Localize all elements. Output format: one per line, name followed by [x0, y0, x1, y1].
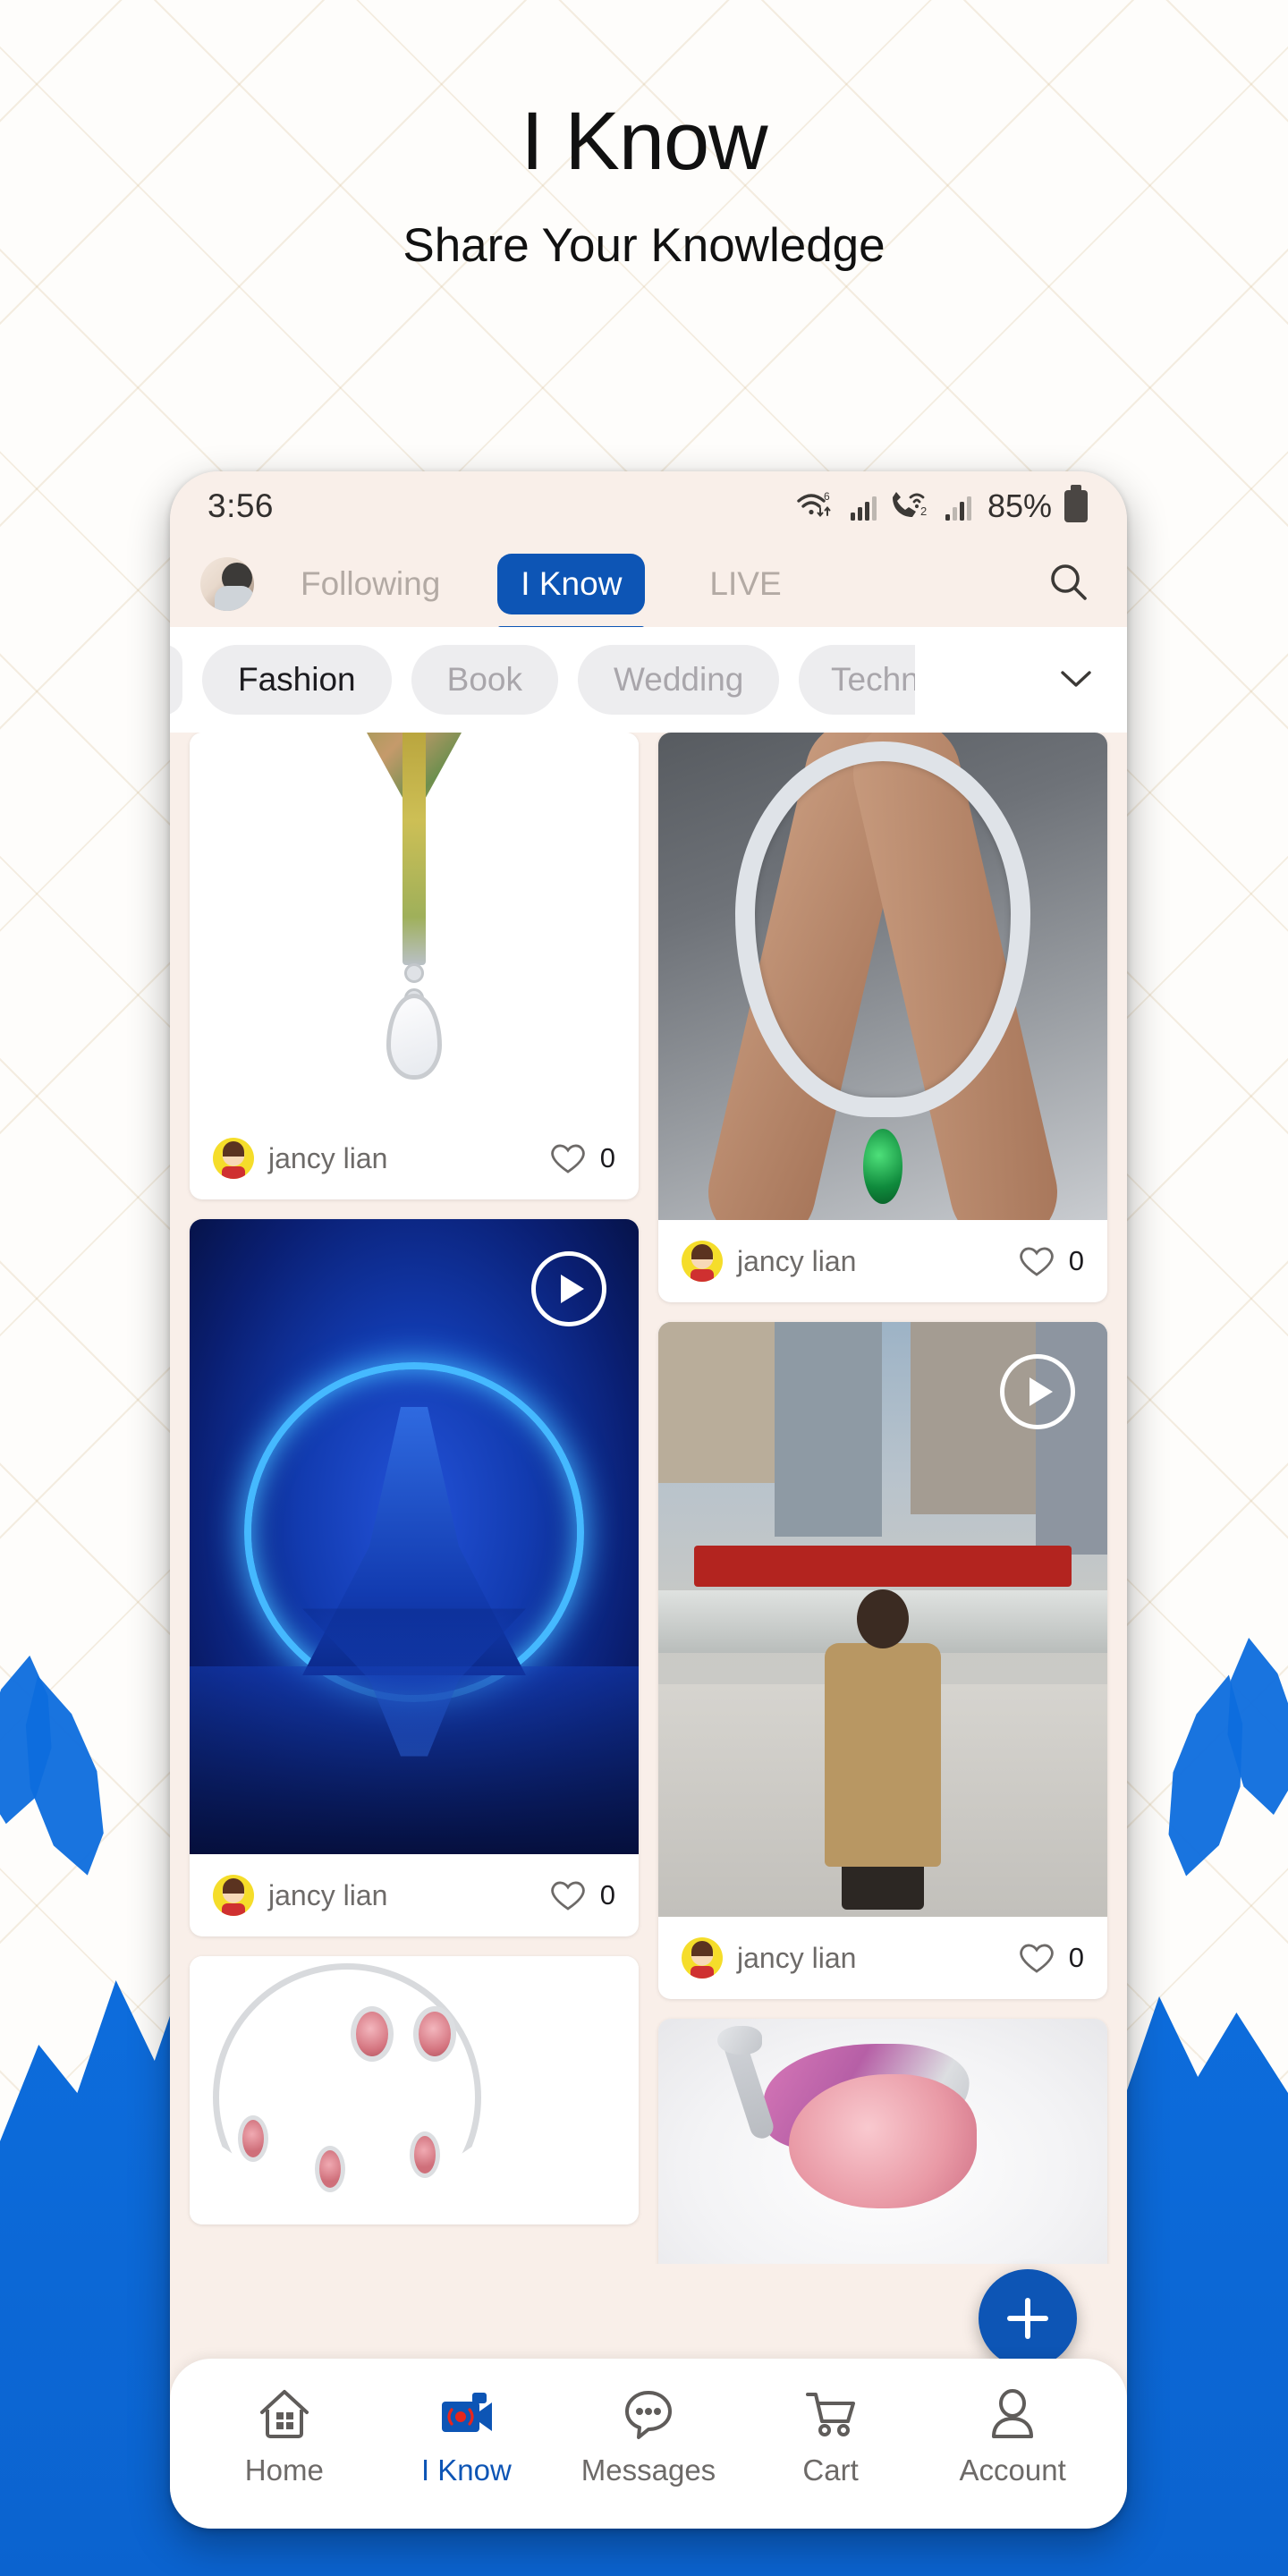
phone-mockup: 3:56 6 2 85% Following I Know LIVE Fashi… [170, 471, 1127, 2529]
author-avatar[interactable] [213, 1875, 254, 1916]
tab-list: Following I Know LIVE [295, 554, 1046, 632]
like-control[interactable]: 0 [548, 1877, 615, 1913]
author-avatar[interactable] [682, 1241, 723, 1282]
svg-text:6: 6 [824, 490, 830, 503]
chip-scroller[interactable]: Fashion Book Wedding Techn [170, 645, 916, 715]
nav-item-messages[interactable]: Messages [557, 2387, 740, 2487]
battery-percent: 85% [987, 487, 1052, 524]
feed-card[interactable]: jancy lian 0 [658, 1322, 1107, 1999]
chip-book[interactable]: Book [411, 645, 558, 715]
nav-label-i-know: I Know [420, 2453, 512, 2487]
nav-label-messages: Messages [580, 2453, 716, 2487]
nav-item-cart[interactable]: Cart [740, 2387, 922, 2487]
chat-bubble-icon [624, 2391, 672, 2439]
like-count: 0 [599, 1879, 615, 1911]
author-avatar[interactable] [213, 1138, 254, 1179]
wifi-6-icon: 6 [797, 490, 831, 518]
feed-column-right: jancy lian 0 jancy lian 0 [658, 733, 1107, 2264]
heart-outline-icon[interactable] [1017, 1243, 1056, 1279]
nav-item-i-know[interactable]: I Know [376, 2387, 558, 2487]
like-count: 0 [1068, 1245, 1084, 1276]
chip-wedding[interactable]: Wedding [577, 645, 780, 715]
nav-item-account[interactable]: Account [921, 2387, 1104, 2487]
author-name: jancy lian [737, 1941, 857, 1974]
card-footer: jancy lian 0 [190, 1854, 639, 1936]
feed-column-left: jancy lian 0 jancy lian 0 [190, 733, 639, 2264]
author-name: jancy lian [268, 1141, 388, 1174]
card-media-street-fashion-video[interactable] [658, 1322, 1107, 1917]
chip-technology[interactable]: Techn [799, 645, 916, 715]
heart-outline-icon[interactable] [1017, 1940, 1056, 1976]
promo-subtitle: Share Your Knowledge [402, 219, 886, 272]
card-footer: jancy lian 0 [658, 1220, 1107, 1302]
signal-bars-icon-2 [945, 496, 971, 521]
nav-label-home: Home [244, 2453, 324, 2487]
like-count: 0 [1068, 1942, 1084, 1973]
vowifi-call-icon: 2 [892, 492, 927, 518]
tab-following[interactable]: Following [295, 565, 445, 603]
card-media-pink-swan-brooch[interactable] [658, 2019, 1107, 2264]
feed-card[interactable] [190, 1956, 639, 2224]
bottom-navigation-bar: Home I Know Messages Cart Account [170, 2359, 1127, 2529]
content-feed[interactable]: jancy lian 0 jancy lian 0 jancy lian 0 j… [170, 733, 1127, 2264]
card-media-necklace-green[interactable] [190, 733, 639, 1117]
category-chip-bar: Fashion Book Wedding Techn [170, 627, 1127, 733]
author-avatar[interactable] [682, 1937, 723, 1979]
like-control[interactable]: 0 [1017, 1940, 1084, 1976]
add-post-fab-button[interactable] [979, 2269, 1077, 2368]
home-icon [259, 2390, 309, 2438]
signal-bars-icon [850, 496, 877, 521]
shopping-cart-icon [805, 2393, 855, 2436]
chevron-down-icon[interactable] [1039, 664, 1127, 696]
tab-live[interactable]: LIVE [704, 565, 786, 603]
tab-i-know[interactable]: I Know [497, 554, 646, 614]
status-bar: 3:56 6 2 85% [170, 471, 1127, 541]
feed-card[interactable]: jancy lian 0 [190, 733, 639, 1199]
like-control[interactable]: 0 [1017, 1243, 1084, 1279]
promo-title: I Know [521, 96, 767, 187]
svg-text:2: 2 [920, 504, 927, 518]
feed-card[interactable]: jancy lian 0 [190, 1219, 639, 1936]
promo-headline: I Know Share Your Knowledge [0, 0, 1288, 269]
card-media-necklace-earring-set[interactable] [190, 1956, 639, 2224]
search-icon[interactable] [1046, 560, 1091, 609]
play-circle-icon[interactable] [531, 1251, 606, 1326]
heart-outline-icon[interactable] [548, 1877, 588, 1913]
avatar[interactable] [200, 557, 254, 611]
chip-fashion[interactable]: Fashion [202, 645, 392, 715]
person-icon [992, 2389, 1034, 2438]
feed-card[interactable] [658, 2019, 1107, 2264]
card-footer: jancy lian 0 [658, 1917, 1107, 1999]
author-name: jancy lian [268, 1878, 388, 1911]
nav-item-home[interactable]: Home [193, 2387, 376, 2487]
heart-outline-icon[interactable] [548, 1140, 588, 1176]
card-footer: jancy lian 0 [190, 1117, 639, 1199]
card-media-diamond-necklace-arms[interactable] [658, 733, 1107, 1220]
like-count: 0 [599, 1142, 615, 1174]
battery-icon [1064, 485, 1088, 522]
status-time: 3:56 [208, 487, 275, 524]
author-name: jancy lian [737, 1244, 857, 1277]
feed-card[interactable]: jancy lian 0 [658, 733, 1107, 1302]
top-navigation-bar: Following I Know LIVE [170, 541, 1127, 632]
chip-partial-left[interactable] [170, 645, 182, 715]
card-media-blue-gown-video[interactable] [190, 1219, 639, 1854]
nav-label-cart: Cart [802, 2453, 859, 2487]
play-circle-icon[interactable] [1000, 1354, 1075, 1429]
nav-label-account: Account [959, 2453, 1066, 2487]
like-control[interactable]: 0 [548, 1140, 615, 1176]
video-camera-icon [442, 2393, 493, 2432]
